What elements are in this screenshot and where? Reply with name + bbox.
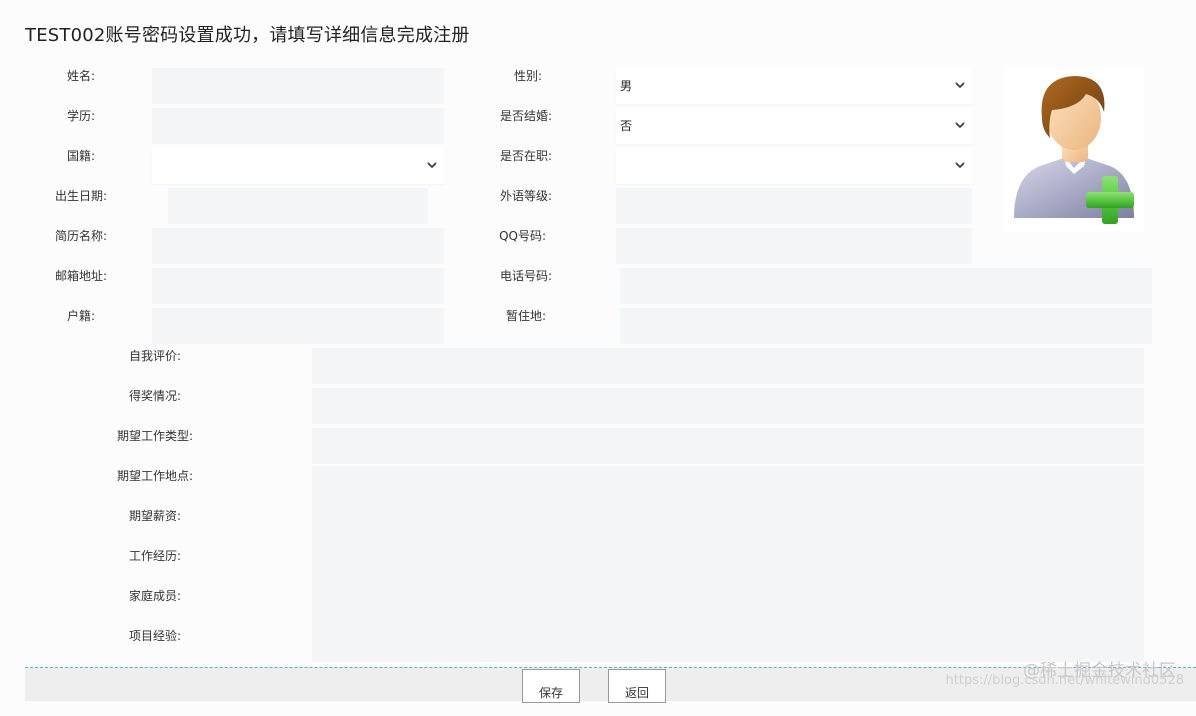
label-resume-name: 简历名称:	[54, 229, 107, 243]
resume-name-input[interactable]	[152, 228, 444, 264]
chevron-down-icon	[955, 82, 965, 89]
email-input[interactable]	[152, 268, 444, 304]
label-birth-date: 出生日期:	[54, 189, 107, 203]
gender-select-value: 男	[620, 79, 633, 93]
page-title: TEST002账号密码设置成功，请填写详细信息完成注册	[25, 25, 470, 46]
label-name: 姓名:	[66, 69, 95, 83]
label-job-type: 期望工作类型:	[116, 429, 193, 443]
add-user-avatar-icon	[1014, 76, 1134, 224]
label-experience: 工作经历:	[128, 549, 181, 563]
label-email: 邮箱地址:	[54, 269, 107, 283]
label-household: 户籍:	[66, 309, 95, 323]
label-residence: 暂住地:	[505, 309, 546, 323]
chevron-down-icon	[955, 122, 965, 129]
phone-input[interactable]	[620, 268, 1152, 304]
back-button[interactable]: 返回	[608, 669, 666, 703]
language-level-input[interactable]	[616, 188, 972, 224]
married-select-value: 否	[620, 119, 633, 133]
label-self-eval: 自我评价:	[128, 349, 181, 363]
label-gender: 性别:	[513, 69, 542, 83]
married-select[interactable]: 否	[616, 108, 972, 144]
birth-date-input[interactable]	[168, 188, 428, 224]
label-projects: 项目经验:	[128, 629, 181, 643]
employed-select[interactable]	[616, 148, 972, 184]
name-input[interactable]	[152, 68, 444, 104]
self-eval-input[interactable]	[312, 348, 1144, 384]
label-language-level: 外语等级:	[499, 189, 552, 203]
label-education: 学历:	[66, 109, 95, 123]
details-textarea[interactable]	[312, 466, 1144, 662]
watermark-url: https://blog.csdn.net/whitewind0528	[945, 673, 1184, 688]
label-salary: 期望薪资:	[128, 509, 181, 523]
label-family: 家庭成员:	[128, 589, 181, 603]
education-input[interactable]	[152, 108, 444, 144]
save-button[interactable]: 保存	[522, 669, 580, 703]
nationality-select[interactable]	[152, 148, 444, 184]
label-phone: 电话号码:	[499, 269, 552, 283]
label-nationality: 国籍:	[66, 149, 95, 163]
awards-input[interactable]	[312, 388, 1144, 424]
qq-input[interactable]	[616, 228, 972, 264]
label-awards: 得奖情况:	[128, 389, 181, 403]
avatar-upload[interactable]	[1004, 68, 1144, 232]
label-qq: QQ号码:	[499, 229, 546, 243]
household-input[interactable]	[152, 308, 444, 344]
residence-input[interactable]	[620, 308, 1152, 344]
job-type-input[interactable]	[312, 428, 1144, 464]
label-married: 是否结婚:	[499, 109, 552, 123]
label-employed: 是否在职:	[499, 149, 552, 163]
gender-select[interactable]: 男	[616, 68, 972, 104]
label-job-location: 期望工作地点:	[116, 469, 193, 483]
chevron-down-icon	[955, 162, 965, 169]
